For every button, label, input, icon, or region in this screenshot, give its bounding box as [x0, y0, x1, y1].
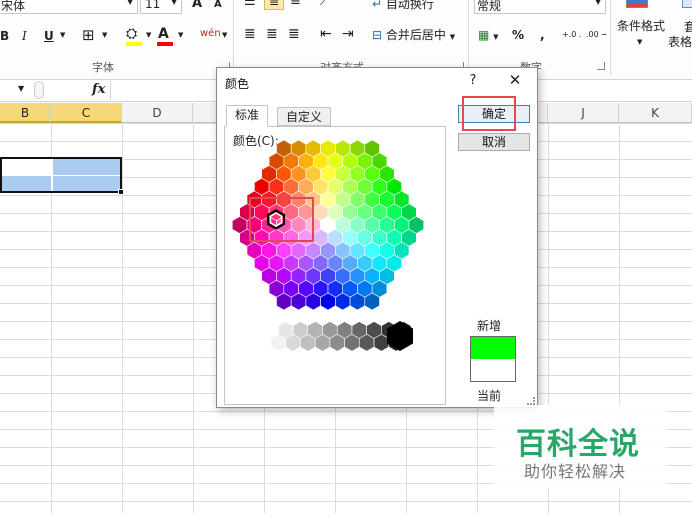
font-name-combo[interactable]: 宋体 ▼ [0, 0, 138, 14]
underline-button[interactable]: U [44, 26, 54, 46]
chevron-down-icon: ▼ [127, 0, 134, 6]
align-right-icon[interactable]: ≣ [288, 26, 300, 42]
new-color-label: 新增 [477, 319, 502, 333]
new-color-swatch [471, 337, 515, 359]
current-color-swatch [471, 359, 515, 381]
conditional-format-icon [626, 0, 648, 8]
tab-custom[interactable]: 自定义 [277, 107, 332, 126]
orientation-icon[interactable]: ⟋ [320, 0, 328, 9]
wrap-text-label: 自动换行 [385, 0, 434, 11]
number-format-value: 常规 [477, 0, 502, 13]
color-dialog: 颜色 ? ✕ 标准 自定义 颜色(C): 确定 取消 新增 当前 [216, 67, 538, 408]
column-header-d[interactable]: D [122, 103, 193, 123]
increase-indent-icon[interactable]: ⇥ [342, 26, 354, 42]
group-separator [610, 0, 611, 76]
number-format-combo[interactable]: 常规 ▼ [474, 0, 606, 14]
font-color-icon: A [158, 26, 169, 42]
group-separator [233, 0, 234, 76]
group-separator [468, 0, 469, 76]
currency-icon: ▦ [478, 28, 490, 42]
merge-center-button[interactable]: ⊟ 合并后居中 ▼ [372, 25, 455, 45]
chevron-down-icon: ▼ [595, 0, 602, 6]
align-middle-icon[interactable]: ≡ [264, 0, 284, 10]
column-header-k[interactable]: K [619, 103, 692, 123]
color-preview [470, 336, 516, 382]
tab-standard[interactable]: 标准 [226, 105, 269, 127]
chevron-down-icon: ▼ [222, 31, 228, 39]
fill-color-bar [126, 42, 142, 46]
borders-icon: ⊞ [82, 26, 95, 44]
paint-bucket-icon: ⛭ [126, 26, 138, 42]
merge-icon: ⊟ [372, 28, 383, 42]
decrease-indent-icon[interactable]: ⇤ [320, 26, 332, 42]
watermark: 百科全说 助你轻松解决 [494, 405, 666, 489]
align-center-icon[interactable]: ≣ [266, 26, 278, 42]
italic-button[interactable]: I [22, 26, 27, 46]
group-label-font: 字体 [92, 61, 114, 74]
selected-cell-b-bottom [2, 176, 51, 191]
font-size-combo[interactable]: 11 ▼ [140, 0, 182, 14]
decrease-decimal-button[interactable]: .00 →.0 [586, 25, 606, 45]
font-color-bar [157, 42, 173, 46]
align-bottom-icon[interactable]: ≡ [290, 0, 301, 9]
formula-bar-splitter[interactable] [34, 81, 44, 99]
bold-button[interactable]: B [0, 26, 9, 46]
dialog-title: 颜色 [225, 77, 250, 91]
color-honeycomb[interactable] [225, 127, 445, 397]
formula-fx-button[interactable]: fx [92, 82, 105, 97]
chevron-down-icon: ▼ [493, 33, 499, 41]
align-left-icon[interactable]: ≣ [244, 26, 256, 42]
grid-line [122, 123, 123, 513]
chevron-down-icon: ▼ [178, 31, 184, 39]
font-name-value: 宋体 [1, 0, 26, 13]
chevron-down-icon: ▼ [60, 31, 66, 39]
watermark-subtitle: 助你轻松解决 [524, 462, 627, 481]
table-format-button[interactable]: 表格 [668, 32, 692, 52]
close-button[interactable]: ✕ [505, 71, 525, 91]
font-color-button[interactable]: A [158, 24, 169, 44]
font-size-value: 11 [145, 0, 161, 11]
border-button[interactable]: ⊞ [82, 25, 95, 45]
chevron-down-icon: ▼ [637, 38, 643, 46]
grid-line [193, 123, 194, 513]
align-top-icon[interactable]: ☰ [244, 0, 256, 9]
conditional-format-button[interactable]: 条件格式 [617, 16, 665, 36]
wrap-text-icon: ↵ [372, 0, 383, 11]
table-format-icon [682, 0, 692, 8]
column-header-b[interactable]: B [0, 103, 51, 123]
standard-tab-panel: 颜色(C): [224, 126, 446, 405]
ok-button[interactable]: 确定 [458, 105, 530, 123]
selected-cell-c-bottom [53, 176, 120, 191]
chevron-down-icon: ▼ [449, 33, 456, 41]
comma-button[interactable]: , [540, 25, 545, 45]
percent-button[interactable]: % [512, 25, 524, 45]
grow-font-button[interactable]: A [192, 0, 202, 14]
current-color-label: 当前 [477, 389, 502, 403]
fill-handle[interactable] [118, 189, 124, 195]
shrink-font-button[interactable]: A [214, 0, 222, 15]
watermark-title: 百科全说 [516, 427, 640, 462]
chevron-down-icon: ▼ [102, 31, 108, 39]
resize-grip[interactable] [527, 397, 535, 405]
number-dialog-launcher[interactable] [597, 62, 605, 70]
cancel-button[interactable]: 取消 [458, 133, 530, 151]
accounting-format-button[interactable]: ▦ ▼ [478, 25, 499, 45]
column-header-j[interactable]: J [548, 103, 619, 123]
column-header-c[interactable]: C [51, 103, 122, 123]
name-box-dropdown[interactable]: ▼ [18, 84, 24, 93]
chevron-down-icon: ▼ [146, 31, 152, 39]
merge-center-label: 合并后居中 [385, 28, 446, 42]
increase-decimal-button[interactable]: +.0 .00 [562, 25, 582, 45]
chevron-down-icon: ▼ [171, 0, 178, 6]
selected-cell-c-top [53, 159, 120, 175]
selected-range[interactable] [0, 157, 124, 195]
wrap-text-button[interactable]: ↵ 自动换行 [372, 0, 434, 14]
help-button[interactable]: ? [465, 73, 481, 91]
phonetic-button[interactable]: wén [200, 24, 221, 44]
fill-color-button[interactable]: ⛭ [126, 24, 137, 44]
